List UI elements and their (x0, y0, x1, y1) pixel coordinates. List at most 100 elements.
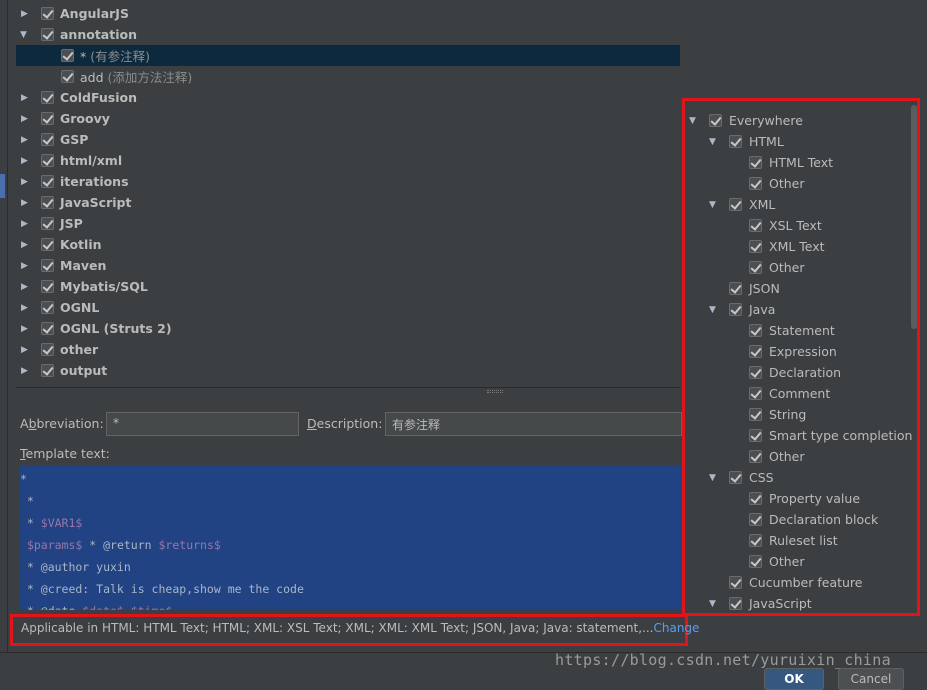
tree-group[interactable]: ▶ Mybatis/SQL (16, 276, 680, 297)
expand-arrow-icon[interactable]: ▶ (21, 114, 31, 124)
expand-arrow-icon[interactable]: ▶ (21, 345, 31, 355)
tree-group-annotation[interactable]: ▼ annotation (16, 24, 680, 45)
context-checkbox[interactable] (749, 513, 762, 526)
expand-arrow-icon[interactable]: ▶ (21, 303, 31, 313)
expand-arrow-icon[interactable]: ▶ (21, 282, 31, 292)
checkbox[interactable] (41, 7, 54, 20)
tree-group[interactable]: ▶ output (16, 360, 680, 381)
code-line: * @author yuxin (20, 560, 131, 574)
context-checkbox[interactable] (749, 219, 762, 232)
tree-group[interactable]: ▶ Kotlin (16, 234, 680, 255)
checkbox[interactable] (41, 154, 54, 167)
context-label: XML Text (769, 239, 825, 254)
tree-group[interactable]: ▶ GSP (16, 129, 680, 150)
context-checkbox[interactable] (749, 261, 762, 274)
checkbox[interactable] (41, 259, 54, 272)
checkbox[interactable] (41, 175, 54, 188)
tree-group[interactable]: ▶ Maven (16, 255, 680, 276)
checkbox[interactable] (41, 133, 54, 146)
collapse-arrow-icon[interactable]: ▼ (20, 30, 30, 40)
context-checkbox[interactable] (749, 492, 762, 505)
context-checkbox[interactable] (749, 555, 762, 568)
expand-arrow-icon[interactable]: ▶ (21, 219, 31, 229)
description-input[interactable]: 有参注释 (385, 412, 682, 436)
context-checkbox[interactable] (749, 450, 762, 463)
expand-arrow-icon[interactable]: ▶ (21, 177, 31, 187)
context-checkbox[interactable] (749, 534, 762, 547)
context-selection-panel[interactable]: ▼ Everywhere ▼ HTML HTML Text Other ▼ XML XSL Te… (682, 98, 920, 616)
checkbox[interactable] (41, 112, 54, 125)
expand-arrow-icon[interactable]: ▶ (21, 240, 31, 250)
context-label: Statement (769, 323, 835, 338)
context-checkbox[interactable] (729, 135, 742, 148)
context-label: Declaration block (769, 512, 879, 527)
template-row-selected[interactable]: * (有参注释) (16, 45, 680, 66)
abbreviation-input[interactable]: * (106, 412, 299, 436)
context-checkbox[interactable] (749, 177, 762, 190)
expand-arrow-icon[interactable]: ▶ (21, 324, 31, 334)
context-checkbox[interactable] (749, 366, 762, 379)
splitter-handle[interactable] (487, 390, 503, 394)
checkbox[interactable] (41, 217, 54, 230)
checkbox[interactable] (41, 322, 54, 335)
checkbox[interactable] (61, 70, 74, 83)
context-label: Comment (769, 386, 831, 401)
cancel-button[interactable]: Cancel (838, 668, 904, 690)
context-checkbox[interactable] (729, 198, 742, 211)
checkbox[interactable] (41, 196, 54, 209)
tree-group[interactable]: ▶ other (16, 339, 680, 360)
tree-group[interactable]: ▶ JSP (16, 213, 680, 234)
template-text-editor[interactable]: * * * $VAR1$ $params$ * @return $returns… (20, 466, 682, 610)
collapse-arrow-icon[interactable]: ▼ (709, 599, 719, 609)
context-checkbox[interactable] (729, 282, 742, 295)
left-gutter (0, 0, 8, 682)
context-checkbox[interactable] (729, 597, 742, 610)
expand-arrow-icon[interactable]: ▶ (21, 261, 31, 271)
checkbox[interactable] (41, 28, 54, 41)
tree-group[interactable]: ▶ html/xml (16, 150, 680, 171)
checkbox[interactable] (61, 49, 74, 62)
tree-group[interactable]: ▶ iterations (16, 171, 680, 192)
ok-button[interactable]: OK (764, 668, 824, 690)
collapse-arrow-icon[interactable]: ▼ (709, 305, 719, 315)
context-checkbox[interactable] (729, 576, 742, 589)
collapse-arrow-icon[interactable]: ▼ (709, 473, 719, 483)
checkbox[interactable] (41, 238, 54, 251)
checkbox[interactable] (41, 91, 54, 104)
context-checkbox[interactable] (749, 408, 762, 421)
context-checkbox[interactable] (749, 387, 762, 400)
expand-arrow-icon[interactable]: ▶ (21, 9, 31, 19)
live-template-tree[interactable]: ▶ AngularJS ▼ annotation * (有参注释) add (添… (16, 0, 680, 388)
context-checkbox[interactable] (749, 240, 762, 253)
checkbox[interactable] (41, 343, 54, 356)
checkbox[interactable] (41, 364, 54, 377)
context-checkbox[interactable] (749, 345, 762, 358)
tree-group[interactable]: ▶ JavaScript (16, 192, 680, 213)
context-checkbox[interactable] (749, 156, 762, 169)
checkbox[interactable] (41, 280, 54, 293)
expand-arrow-icon[interactable]: ▶ (21, 366, 31, 376)
context-checkbox[interactable] (709, 114, 722, 127)
change-link[interactable]: Change (653, 621, 699, 635)
expand-arrow-icon[interactable]: ▶ (21, 198, 31, 208)
scrollbar[interactable] (911, 105, 917, 329)
tree-group[interactable]: ▶ ColdFusion (16, 87, 680, 108)
collapse-arrow-icon[interactable]: ▼ (709, 200, 719, 210)
collapse-arrow-icon[interactable]: ▼ (689, 116, 699, 126)
context-checkbox[interactable] (729, 303, 742, 316)
template-row[interactable]: add (添加方法注释) (16, 66, 680, 87)
collapse-arrow-icon[interactable]: ▼ (709, 137, 719, 147)
context-checkbox[interactable] (729, 471, 742, 484)
tree-group[interactable]: ▶ OGNL (16, 297, 680, 318)
tree-group[interactable]: ▶ Groovy (16, 108, 680, 129)
checkbox[interactable] (41, 301, 54, 314)
tree-group[interactable]: ▶ OGNL (Struts 2) (16, 318, 680, 339)
context-checkbox[interactable] (749, 429, 762, 442)
tree-group-angularjs[interactable]: ▶ AngularJS (16, 3, 680, 24)
context-checkbox[interactable] (749, 324, 762, 337)
context-label: JSON (749, 281, 780, 296)
group-label: annotation (60, 27, 137, 42)
expand-arrow-icon[interactable]: ▶ (21, 156, 31, 166)
expand-arrow-icon[interactable]: ▶ (21, 135, 31, 145)
expand-arrow-icon[interactable]: ▶ (21, 93, 31, 103)
